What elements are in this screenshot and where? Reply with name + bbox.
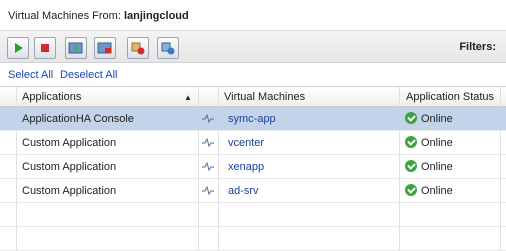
enable-monitoring-button[interactable] <box>157 37 179 59</box>
column-header-virtual-machines[interactable]: Virtual Machines <box>224 91 305 103</box>
table-row[interactable]: ApplicationHA Console symc-app Online <box>0 107 506 131</box>
applications-table: Applications ▲ Virtual Machines Applicat… <box>0 86 506 251</box>
table-row[interactable]: Custom Application vcenter Online <box>0 131 506 155</box>
table-row[interactable]: Custom Application xenapp Online <box>0 155 506 179</box>
header: Virtual Machines From: lanjingcloud <box>0 0 506 31</box>
application-status: Online <box>421 113 453 125</box>
exit-maintenance-button[interactable] <box>94 37 116 59</box>
application-name: Custom Application <box>22 161 117 173</box>
table-header: Applications ▲ Virtual Machines Applicat… <box>0 87 506 107</box>
heartbeat-icon <box>202 114 214 123</box>
sort-ascending-icon[interactable]: ▲ <box>184 93 192 102</box>
application-status: Online <box>421 137 453 149</box>
maintenance-on-icon <box>68 42 83 54</box>
maintenance-off-icon <box>97 42 112 54</box>
heartbeat-icon <box>202 186 214 195</box>
play-icon <box>15 43 23 53</box>
enter-maintenance-button[interactable] <box>65 37 87 59</box>
application-status: Online <box>421 185 453 197</box>
page-title: Virtual Machines From: lanjingcloud <box>8 10 189 22</box>
disable-app-icon <box>131 42 145 55</box>
online-status-icon <box>405 112 417 124</box>
selection-links: Select All Deselect All <box>0 64 506 84</box>
table-row[interactable]: Custom Application ad-srv Online <box>0 179 506 203</box>
host-name: lanjingcloud <box>123 10 189 22</box>
empty-row <box>0 227 506 251</box>
empty-row <box>0 203 506 227</box>
disable-monitoring-button[interactable] <box>127 37 149 59</box>
title-prefix: Virtual Machines From: <box>8 10 121 22</box>
stop-button[interactable] <box>34 37 56 59</box>
online-status-icon <box>405 136 417 148</box>
filters-label: Filters: <box>459 41 496 53</box>
online-status-icon <box>405 184 417 196</box>
virtual-machine-link[interactable]: ad-srv <box>228 185 259 197</box>
column-header-application-status[interactable]: Application Status <box>406 91 494 103</box>
heartbeat-icon <box>202 138 214 147</box>
toolbar: Filters: <box>0 31 506 63</box>
stop-icon <box>41 44 49 52</box>
virtual-machine-link[interactable]: symc-app <box>228 113 276 125</box>
column-header-applications[interactable]: Applications <box>22 91 81 103</box>
heartbeat-icon <box>202 162 214 171</box>
application-name: Custom Application <box>22 137 117 149</box>
enable-app-icon <box>161 42 175 55</box>
virtual-machine-link[interactable]: vcenter <box>228 137 264 149</box>
start-button[interactable] <box>7 37 29 59</box>
virtual-machine-link[interactable]: xenapp <box>228 161 264 173</box>
application-name: Custom Application <box>22 185 117 197</box>
online-status-icon <box>405 160 417 172</box>
application-status: Online <box>421 161 453 173</box>
select-all-link[interactable]: Select All <box>8 69 53 81</box>
deselect-all-link[interactable]: Deselect All <box>60 69 117 81</box>
application-name: ApplicationHA Console <box>22 113 134 125</box>
